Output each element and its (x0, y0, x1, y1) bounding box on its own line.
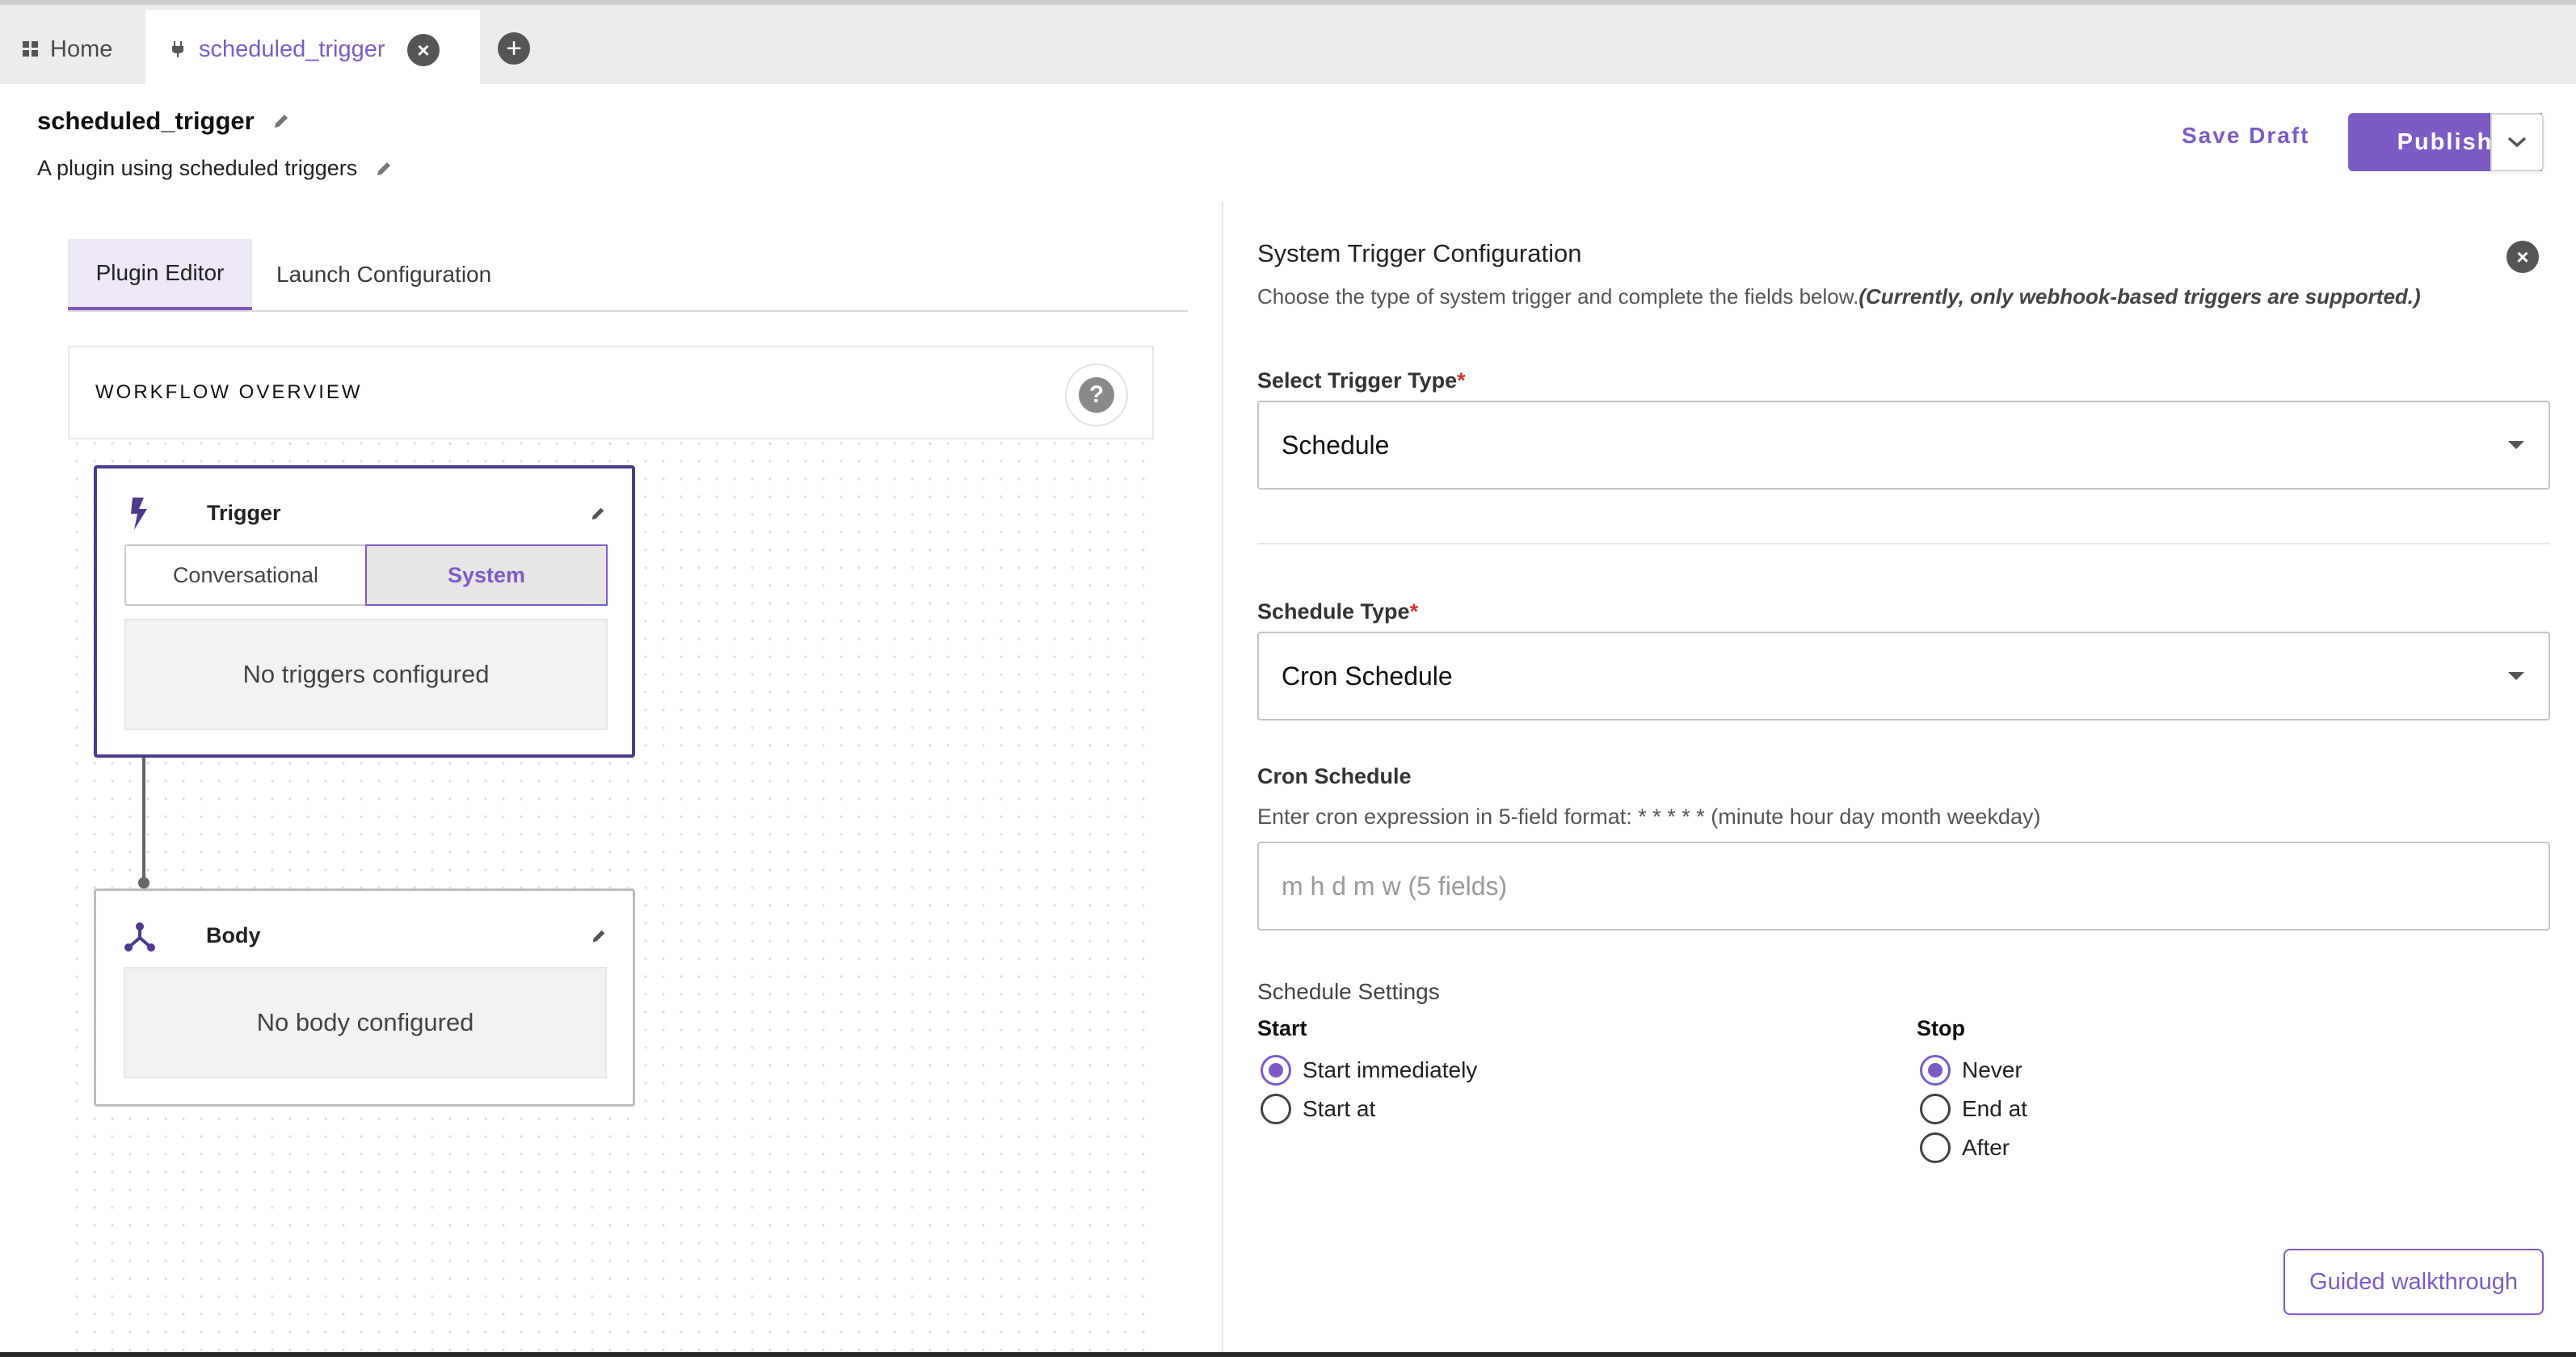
schedule-type-value: Cron Schedule (1282, 661, 1453, 691)
trigger-type-select[interactable]: Schedule (1257, 401, 2550, 489)
segment-conversational[interactable]: Conversational (126, 546, 365, 604)
pencil-icon[interactable] (591, 928, 607, 944)
radio-button[interactable] (1261, 1094, 1291, 1124)
help-icon: ? (1079, 377, 1114, 413)
lightning-icon (131, 498, 147, 530)
save-draft-button[interactable]: Save Draft (2182, 123, 2310, 149)
radio-button[interactable] (1920, 1055, 1951, 1086)
segment-system[interactable]: System (365, 544, 608, 606)
trigger-node-title: Trigger (207, 501, 281, 525)
radio-label: After (1962, 1135, 2010, 1160)
radio-end-at[interactable]: End at (1920, 1094, 2027, 1124)
trigger-type-label-text: Select Trigger Type (1257, 368, 1458, 393)
radio-after[interactable]: After (1920, 1132, 2010, 1163)
cron-helper-text: Enter cron expression in 5-field format:… (1257, 805, 2041, 829)
body-node[interactable]: Body No body configured (94, 889, 635, 1107)
trigger-type-value: Schedule (1282, 430, 1390, 460)
radio-button[interactable] (1920, 1094, 1951, 1124)
plugin-icon (172, 41, 183, 57)
window-bottom-edge (0, 1352, 2576, 1357)
config-subtitle-note: (Currently, only webhook-based triggers … (1858, 284, 2421, 309)
start-label: Start (1257, 1016, 1307, 1040)
tab-active-label: scheduled_trigger (199, 36, 385, 62)
close-icon[interactable]: × (407, 34, 440, 66)
radio-label: End at (1962, 1096, 2027, 1121)
add-tab-button[interactable]: + (498, 32, 530, 65)
radio-label: Start at (1303, 1096, 1376, 1121)
tab-plugin-editor[interactable]: Plugin Editor (68, 239, 252, 310)
radio-start-immediately[interactable]: Start immediately (1261, 1055, 1477, 1086)
fork-icon (124, 922, 155, 952)
cron-expression-input[interactable] (1257, 842, 2550, 931)
tab-launch-configuration[interactable]: Launch Configuration (276, 239, 491, 310)
schedule-settings-label: Schedule Settings (1257, 979, 1440, 1004)
workflow-overview-header: WORKFLOW OVERVIEW ? (68, 346, 1154, 439)
trigger-type-toggle: Conversational System (124, 544, 608, 606)
stop-label: Stop (1917, 1016, 1965, 1040)
pencil-icon[interactable] (590, 506, 606, 522)
trigger-empty-state: No triggers configured (124, 619, 608, 730)
trigger-type-label: Select Trigger Type* (1257, 368, 1466, 393)
plugin-description-text: A plugin using scheduled triggers (37, 156, 358, 180)
chevron-down-icon (2508, 672, 2524, 680)
plugin-description: A plugin using scheduled triggers (37, 156, 393, 181)
config-subtitle-text: Choose the type of system trigger and co… (1257, 284, 1859, 309)
chevron-down-icon (2508, 441, 2524, 449)
tab-strip: Home scheduled_trigger × + (0, 0, 2576, 89)
connector-handle[interactable] (138, 877, 149, 889)
trigger-node[interactable]: Trigger Conversational System No trigger… (94, 465, 635, 758)
radio-label: Start immediately (1303, 1057, 1478, 1082)
radio-button[interactable] (1920, 1132, 1951, 1163)
radio-label: Never (1962, 1057, 2022, 1082)
config-subtitle: Choose the type of system trigger and co… (1257, 284, 2421, 309)
tab-home[interactable]: Home (23, 10, 112, 89)
tab-scheduled-trigger[interactable]: scheduled_trigger × (145, 10, 480, 89)
publish-menu-button[interactable] (2490, 113, 2544, 171)
plugin-title: scheduled_trigger (37, 107, 290, 136)
body-empty-state: No body configured (124, 967, 607, 1078)
section-divider (1257, 543, 2550, 544)
radio-button[interactable] (1261, 1055, 1291, 1086)
node-connector (142, 758, 145, 884)
radio-start-at[interactable]: Start at (1261, 1094, 1375, 1124)
close-icon[interactable]: × (2507, 241, 2539, 273)
guided-walkthrough-button[interactable]: Guided walkthrough (2283, 1249, 2544, 1315)
required-mark: * (1457, 368, 1466, 393)
schedule-type-select[interactable]: Cron Schedule (1257, 632, 2550, 721)
required-mark: * (1409, 599, 1419, 624)
editor-tabs: Plugin Editor Launch Configuration (68, 239, 1188, 312)
pencil-icon[interactable] (272, 112, 290, 130)
grid-icon (23, 41, 39, 57)
pencil-icon[interactable] (375, 160, 393, 178)
tab-home-label: Home (50, 36, 113, 62)
schedule-type-label: Schedule Type* (1257, 599, 1418, 624)
body-node-title: Body (206, 923, 261, 947)
schedule-type-label-text: Schedule Type (1257, 599, 1410, 624)
radio-never[interactable]: Never (1920, 1055, 2022, 1086)
workflow-overview-title: WORKFLOW OVERVIEW (95, 381, 363, 403)
chevron-down-icon (2507, 137, 2527, 148)
plugin-title-text: scheduled_trigger (37, 107, 255, 135)
cron-schedule-label: Cron Schedule (1257, 764, 1412, 788)
config-title: System Trigger Configuration (1257, 239, 1582, 267)
panel-divider (1222, 202, 1223, 1357)
help-button[interactable]: ? (1065, 363, 1128, 426)
